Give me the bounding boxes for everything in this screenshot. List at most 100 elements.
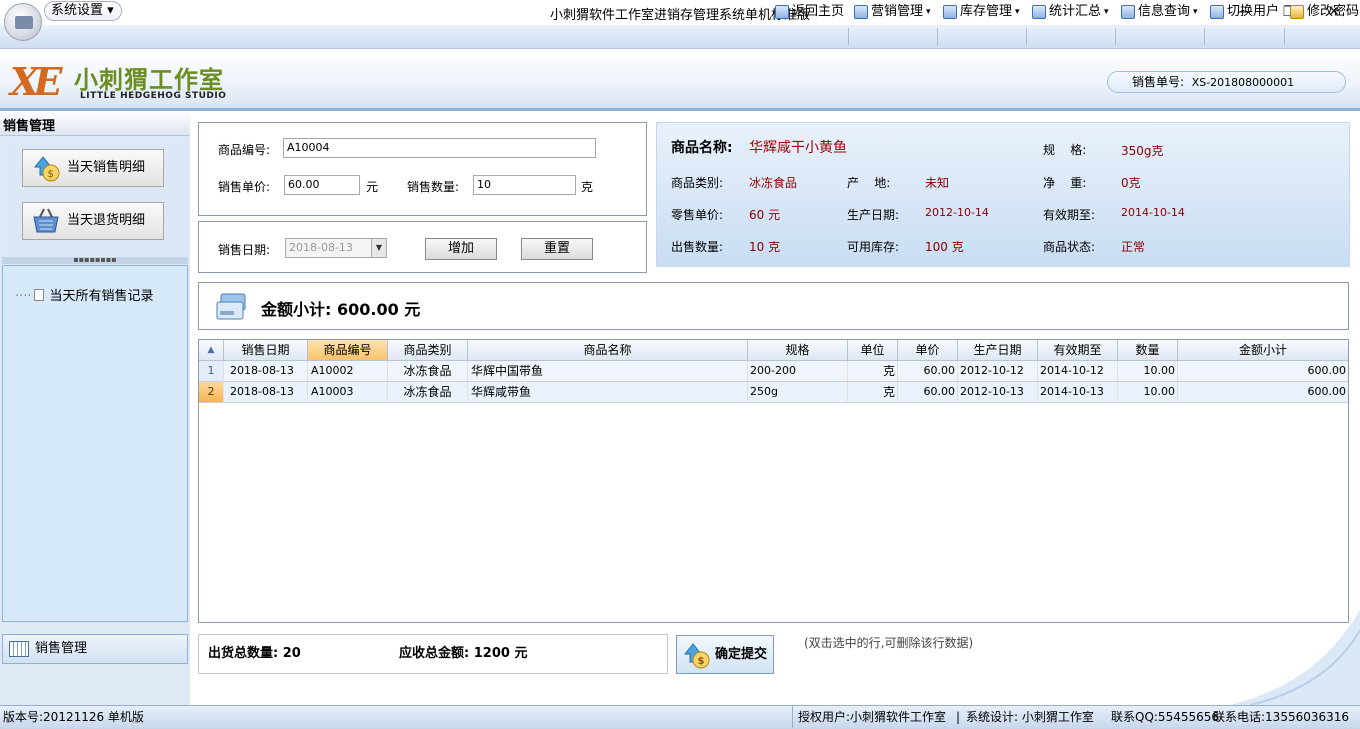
menu-marketing[interactable]: 营销管理 ▾: [854, 3, 931, 21]
sale-price-label: 销售单价:: [218, 180, 271, 194]
col-header-mfg[interactable]: 生产日期: [958, 340, 1038, 361]
inventory-icon: [943, 5, 957, 19]
col-header-date[interactable]: 销售日期: [224, 340, 308, 361]
info-category-value: 冰冻食品: [749, 176, 798, 190]
logo-mark: XE: [10, 59, 63, 104]
page-curl-decoration: [1230, 610, 1360, 705]
cell-date: 2018-08-13: [224, 361, 308, 382]
info-spec-value: 350g克: [1121, 144, 1164, 158]
sale-date-label: 销售日期:: [218, 243, 271, 257]
menu-query[interactable]: 信息查询 ▾: [1121, 3, 1198, 21]
cell-mfg: 2012-10-12: [958, 361, 1038, 382]
cell-code: A10002: [308, 361, 388, 382]
total-amount-unit: 元: [514, 646, 528, 661]
subtotal-label: 金额小计:: [261, 300, 332, 319]
order-number-box: 销售单号: XS-201808000001: [1107, 71, 1346, 93]
total-amount-value: 1200: [473, 646, 510, 661]
subtotal-value: 600.00 元: [336, 300, 421, 319]
cell-mfg: 2012-10-13: [958, 382, 1038, 403]
menu-inventory[interactable]: 库存管理 ▾: [943, 3, 1020, 21]
row-number: 1: [199, 361, 224, 382]
info-retail-label: 零售单价:: [671, 208, 724, 222]
menu-separator: [1204, 28, 1205, 45]
col-header-name[interactable]: 商品名称: [468, 340, 748, 361]
document-icon: [33, 289, 44, 301]
reset-button[interactable]: 重置: [521, 238, 593, 260]
shopping-basket-icon: [33, 208, 59, 233]
menu-marketing-label: 营销管理: [871, 4, 924, 19]
info-name-value: 华辉咸干小黄鱼: [749, 140, 847, 156]
menu-separator: [1284, 28, 1285, 45]
info-origin-value: 未知: [925, 176, 950, 190]
row-number: 2: [199, 382, 224, 403]
sales-grid: ▲ 销售日期 商品编号 商品类别 商品名称 规格 单位 单价 生产日期 有效期至…: [198, 339, 1349, 623]
add-button[interactable]: 增加: [425, 238, 497, 260]
info-origin-label: 产 地:: [847, 176, 891, 190]
menu-home[interactable]: 返回主页: [775, 3, 844, 21]
info-status-value: 正常: [1121, 240, 1146, 254]
menu-query-label: 信息查询: [1138, 4, 1191, 19]
col-header-unit[interactable]: 单位: [848, 340, 898, 361]
money-up-icon: $: [33, 156, 60, 182]
sale-price-input[interactable]: 60.00: [284, 175, 360, 195]
tree-line: ····: [15, 289, 32, 304]
col-header-code[interactable]: 商品编号: [308, 340, 388, 361]
info-outqty-label: 出售数量:: [671, 240, 724, 254]
subtotal-text: 金额小计: 600.00 元: [261, 296, 420, 320]
cell-price: 60.00: [898, 361, 958, 382]
cell-exp: 2014-10-13: [1038, 382, 1118, 403]
date-action-panel: 销售日期: 2018-08-13 ▼ 增加 重置: [198, 221, 647, 273]
cell-amount: 600.00: [1178, 361, 1348, 382]
sale-qty-input[interactable]: 10: [473, 175, 576, 195]
today-returns-detail-button[interactable]: 当天退货明细: [22, 202, 164, 240]
col-header-qty[interactable]: 数量: [1118, 340, 1178, 361]
col-header-category[interactable]: 商品类别: [388, 340, 468, 361]
menu-statistics-label: 统计汇总: [1049, 4, 1102, 19]
today-sales-detail-button[interactable]: $ 当天销售明细: [22, 149, 164, 187]
info-mfg-label: 生产日期:: [847, 208, 900, 222]
menu-switch-user-label: 切换用户: [1227, 4, 1280, 19]
row-header-corner-icon[interactable]: ▲: [199, 340, 224, 361]
submit-button[interactable]: $ 确定提交: [676, 635, 774, 674]
sale-date-value: 2018-08-13: [289, 241, 353, 254]
info-weight-value: 0克: [1121, 176, 1141, 190]
col-header-amount[interactable]: 金额小计: [1178, 340, 1348, 361]
info-exp-value: 2014-10-14: [1121, 206, 1185, 219]
home-icon: [775, 5, 789, 19]
table-row[interactable]: 1 2018-08-13 A10002 冰冻食品 华辉中国带鱼 200-200 …: [199, 361, 1348, 382]
col-header-spec[interactable]: 规格: [748, 340, 848, 361]
product-code-input[interactable]: A10004: [283, 138, 596, 158]
money-up-icon: $: [683, 643, 710, 669]
status-phone: 联系电话:13556036316: [1213, 710, 1350, 724]
order-number-label: 销售单号:: [1132, 75, 1185, 89]
col-header-price[interactable]: 单价: [898, 340, 958, 361]
sidebar-splitter[interactable]: ▪▪▪▪▪▪▪▪: [2, 256, 188, 264]
menu-statistics[interactable]: 统计汇总 ▾: [1032, 3, 1109, 21]
menu-separator: [937, 28, 938, 45]
delete-row-hint: (双击选中的行,可删除该行数据): [804, 636, 974, 650]
info-exp-label: 有效期至:: [1043, 208, 1096, 222]
menu-switch-user[interactable]: 切换用户: [1210, 3, 1279, 21]
info-retail-value: 60 元: [749, 208, 781, 222]
col-header-exp[interactable]: 有效期至: [1038, 340, 1118, 361]
sidebar-section-sales[interactable]: 销售管理: [2, 634, 188, 664]
cell-name: 华辉咸带鱼: [468, 382, 748, 403]
sale-date-picker[interactable]: 2018-08-13 ▼: [285, 238, 387, 258]
status-designer: 系统设计: 小刺猬工作室: [966, 710, 1094, 724]
cell-code: A10003: [308, 382, 388, 403]
table-row[interactable]: 2 2018-08-13 A10003 冰冻食品 华辉咸带鱼 250g 克 60…: [199, 382, 1348, 403]
svg-text:$: $: [48, 169, 54, 180]
cell-qty: 10.00: [1118, 361, 1178, 382]
cell-exp: 2014-10-12: [1038, 361, 1118, 382]
menu-change-password-label: 修改密码: [1307, 4, 1360, 19]
tree-item-all-sales[interactable]: ···· 当天所有销售记录: [15, 285, 154, 304]
status-separator: [792, 706, 793, 728]
sale-qty-label: 销售数量:: [407, 180, 460, 194]
logo-title: 小刺猬工作室: [74, 66, 224, 94]
tree-item-label: 当天所有销售记录: [49, 289, 154, 304]
menu-inventory-label: 库存管理: [960, 4, 1013, 19]
app-orb-button[interactable]: [4, 3, 42, 41]
sidebar-tree: ···· 当天所有销售记录: [2, 265, 188, 622]
menu-change-password[interactable]: 修改密码: [1290, 3, 1359, 21]
menu-separator: [848, 28, 849, 45]
